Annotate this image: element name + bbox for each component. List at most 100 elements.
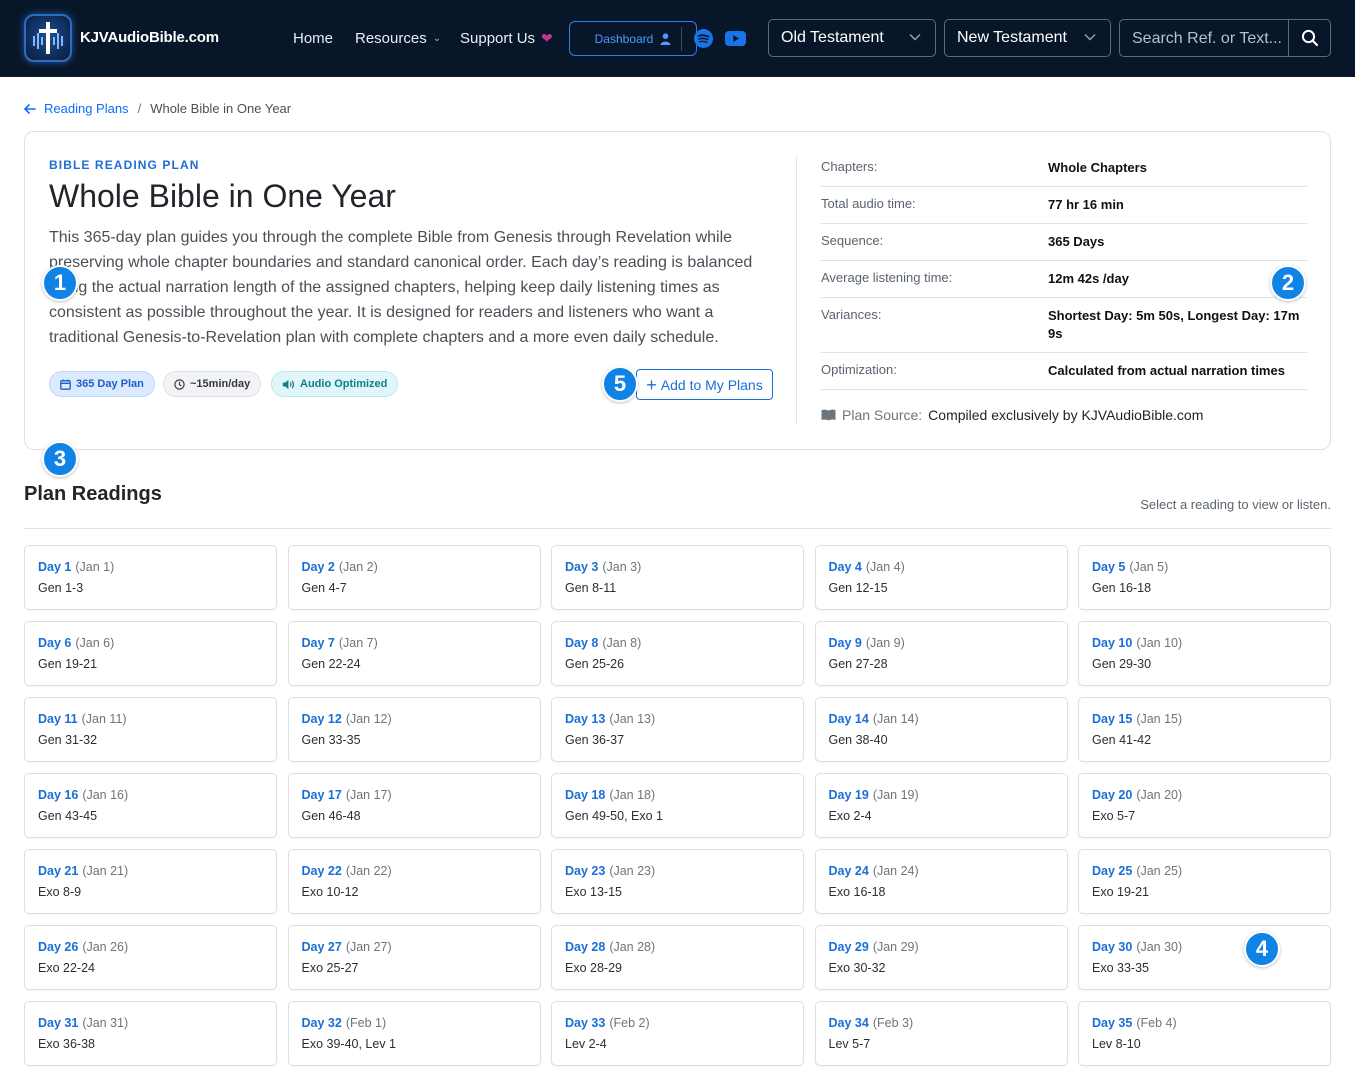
reading-card[interactable]: Day 30 (Jan 30) Exo 33-35 xyxy=(1078,925,1331,990)
reading-card[interactable]: Day 13 (Jan 13) Gen 36-37 xyxy=(551,697,804,762)
reading-reference: Gen 27-28 xyxy=(828,657,888,671)
reading-card[interactable]: Day 27 (Jan 27) Exo 25-27 xyxy=(287,925,541,990)
reading-card[interactable]: Day 1 (Jan 1) Gen 1-3 xyxy=(24,545,277,610)
reading-day[interactable]: Day 34 xyxy=(829,1016,869,1030)
reading-day[interactable]: Day 4 xyxy=(829,560,862,574)
reading-day[interactable]: Day 24 xyxy=(829,864,869,878)
reading-card[interactable]: Day 31 (Jan 31) Exo 36-38 xyxy=(24,1001,277,1066)
reading-card[interactable]: Day 14 (Jan 14) Gen 38-40 xyxy=(814,697,1068,762)
reading-card[interactable]: Day 23 (Jan 23) Exo 13-15 xyxy=(551,849,804,914)
reading-day[interactable]: Day 2 xyxy=(302,560,335,574)
youtube-icon[interactable] xyxy=(725,31,746,46)
reading-day[interactable]: Day 1 xyxy=(38,560,71,574)
reading-card[interactable]: Day 32 (Feb 1) Exo 39-40, Lev 1 xyxy=(287,1001,541,1066)
reading-card[interactable]: Day 17 (Jan 17) Gen 46-48 xyxy=(287,773,541,838)
brand-name[interactable]: KJVAudioBible.com xyxy=(80,29,219,46)
add-to-my-plans-button[interactable]: + Add to My Plans xyxy=(636,369,773,400)
reading-card[interactable]: Day 24 (Jan 24) Exo 16-18 xyxy=(814,849,1068,914)
reading-card[interactable]: Day 22 (Jan 22) Exo 10-12 xyxy=(287,849,541,914)
spotify-icon[interactable] xyxy=(694,29,713,48)
reading-card[interactable]: Day 8 (Jan 8) Gen 25-26 xyxy=(551,621,804,686)
reading-day[interactable]: Day 13 xyxy=(565,712,605,726)
reading-date: (Jan 8) xyxy=(602,636,642,650)
breadcrumb-reading-plans-link[interactable]: Reading Plans xyxy=(24,101,129,116)
reading-card[interactable]: Day 16 (Jan 16) Gen 43-45 xyxy=(24,773,277,838)
reading-card[interactable]: Day 10 (Jan 10) Gen 29-30 xyxy=(1078,621,1331,686)
reading-date: (Jan 11) xyxy=(81,712,127,726)
reading-day[interactable]: Day 9 xyxy=(829,636,862,650)
reading-card[interactable]: Day 34 (Feb 3) Lev 5-7 xyxy=(814,1001,1068,1066)
reading-card[interactable]: Day 6 (Jan 6) Gen 19-21 xyxy=(24,621,277,686)
stat-value: 77 hr 16 min xyxy=(1048,197,1124,212)
reading-card[interactable]: Day 28 (Jan 28) Exo 28-29 xyxy=(551,925,804,990)
reading-day[interactable]: Day 21 xyxy=(38,864,78,878)
reading-day[interactable]: Day 27 xyxy=(302,940,342,954)
reading-day[interactable]: Day 28 xyxy=(565,940,605,954)
reading-reference: Exo 28-29 xyxy=(565,961,622,975)
reading-card[interactable]: Day 15 (Jan 15) Gen 41-42 xyxy=(1078,697,1331,762)
reading-day[interactable]: Day 22 xyxy=(302,864,342,878)
reading-day[interactable]: Day 32 xyxy=(302,1016,342,1030)
reading-card[interactable]: Day 12 (Jan 12) Gen 33-35 xyxy=(287,697,541,762)
reading-day[interactable]: Day 26 xyxy=(38,940,78,954)
reading-day[interactable]: Day 6 xyxy=(38,636,71,650)
reading-day[interactable]: Day 10 xyxy=(1092,636,1132,650)
reading-day[interactable]: Day 3 xyxy=(565,560,598,574)
reading-card[interactable]: Day 25 (Jan 25) Exo 19-21 xyxy=(1078,849,1331,914)
stat-label: Variances: xyxy=(821,307,882,322)
reading-date: (Jan 13) xyxy=(609,712,656,726)
reading-header: Day 19 (Jan 19) xyxy=(829,787,1067,803)
reading-card[interactable]: Day 11 (Jan 11) Gen 31-32 xyxy=(24,697,277,762)
reading-reference: Gen 8-11 xyxy=(565,581,617,595)
old-testament-select[interactable]: Old Testament xyxy=(768,19,936,57)
dashboard-button[interactable]: Dashboard xyxy=(569,21,697,56)
reading-card[interactable]: Day 21 (Jan 21) Exo 8-9 xyxy=(24,849,277,914)
reading-card[interactable]: Day 26 (Jan 26) Exo 22-24 xyxy=(24,925,277,990)
reading-card[interactable]: Day 3 (Jan 3) Gen 8-11 xyxy=(551,545,804,610)
reading-card[interactable]: Day 20 (Jan 20) Exo 5-7 xyxy=(1078,773,1331,838)
reading-header: Day 29 (Jan 29) xyxy=(829,939,1067,955)
old-testament-label: Old Testament xyxy=(781,29,884,46)
reading-card[interactable]: Day 19 (Jan 19) Exo 2-4 xyxy=(814,773,1068,838)
search-input[interactable]: Search Ref. or Text... xyxy=(1119,19,1331,57)
reading-day[interactable]: Day 12 xyxy=(302,712,342,726)
reading-day[interactable]: Day 15 xyxy=(1092,712,1132,726)
reading-day[interactable]: Day 25 xyxy=(1092,864,1132,878)
nav-resources[interactable]: Resources ⌄ xyxy=(355,30,441,47)
reading-day[interactable]: Day 8 xyxy=(565,636,598,650)
reading-day[interactable]: Day 35 xyxy=(1092,1016,1132,1030)
reading-day[interactable]: Day 17 xyxy=(302,788,342,802)
reading-card[interactable]: Day 33 (Feb 2) Lev 2-4 xyxy=(551,1001,804,1066)
reading-day[interactable]: Day 20 xyxy=(1092,788,1132,802)
nav-home[interactable]: Home xyxy=(293,30,333,47)
reading-card[interactable]: Day 9 (Jan 9) Gen 27-28 xyxy=(814,621,1068,686)
reading-reference: Gen 1-3 xyxy=(38,581,84,595)
reading-day[interactable]: Day 30 xyxy=(1092,940,1132,954)
reading-day[interactable]: Day 23 xyxy=(565,864,605,878)
bible-cross-logo-icon[interactable] xyxy=(24,14,72,62)
reading-day[interactable]: Day 31 xyxy=(38,1016,78,1030)
reading-date: (Jan 25) xyxy=(1136,864,1183,878)
reading-card[interactable]: Day 5 (Jan 5) Gen 16-18 xyxy=(1078,545,1331,610)
reading-day[interactable]: Day 7 xyxy=(302,636,335,650)
search-button[interactable] xyxy=(1288,20,1330,56)
reading-day[interactable]: Day 14 xyxy=(829,712,869,726)
reading-day[interactable]: Day 11 xyxy=(38,712,78,726)
reading-day[interactable]: Day 5 xyxy=(1092,560,1125,574)
new-testament-select[interactable]: New Testament xyxy=(944,19,1111,57)
reading-card[interactable]: Day 2 (Jan 2) Gen 4-7 xyxy=(287,545,541,610)
reading-card[interactable]: Day 29 (Jan 29) Exo 30-32 xyxy=(814,925,1068,990)
reading-day[interactable]: Day 16 xyxy=(38,788,78,802)
reading-day[interactable]: Day 29 xyxy=(829,940,869,954)
reading-day[interactable]: Day 18 xyxy=(565,788,605,802)
reading-card[interactable]: Day 7 (Jan 7) Gen 22-24 xyxy=(287,621,541,686)
reading-reference: Exo 5-7 xyxy=(1092,809,1136,823)
reading-day[interactable]: Day 19 xyxy=(829,788,869,802)
plan-readings-title: Plan Readings xyxy=(24,483,162,505)
nav-support[interactable]: Support Us ❤ xyxy=(460,30,553,47)
reading-date: (Feb 2) xyxy=(609,1016,650,1030)
reading-day[interactable]: Day 33 xyxy=(565,1016,605,1030)
reading-card[interactable]: Day 18 (Jan 18) Gen 49-50, Exo 1 xyxy=(551,773,804,838)
reading-card[interactable]: Day 4 (Jan 4) Gen 12-15 xyxy=(814,545,1068,610)
reading-card[interactable]: Day 35 (Feb 4) Lev 8-10 xyxy=(1078,1001,1331,1066)
